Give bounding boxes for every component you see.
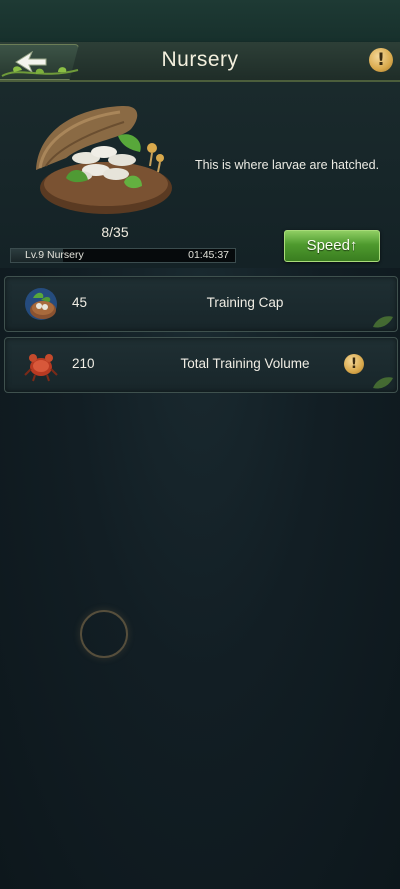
speed-up-button[interactable]: Speed↑ <box>284 230 380 262</box>
touch-indicator-ring <box>80 610 128 658</box>
leaf-corner-decoration <box>373 377 393 389</box>
leaf-corner-decoration <box>373 316 393 328</box>
level-progress-bar: Lv.9 Nursery 01:45:37 <box>10 248 236 263</box>
info-button[interactable]: ! <box>369 48 393 72</box>
total-training-volume-label: Total Training Volume <box>180 356 310 371</box>
training-cap-value: 45 <box>72 295 88 310</box>
building-description: This is where larvae are hatched. <box>194 158 380 172</box>
top-strip <box>0 0 400 42</box>
training-cap-label: Training Cap <box>206 295 284 310</box>
upgrade-timer: 01:45:37 <box>188 249 229 261</box>
training-cap-icon <box>25 288 57 320</box>
building-level-label: Lv.9 Nursery <box>25 249 84 261</box>
stat-row-total-training-volume: 210 Total Training Volume ! <box>4 337 398 393</box>
capacity-progress-text: 8/35 <box>101 224 129 240</box>
vine-decoration <box>1 66 79 77</box>
stat-row-training-cap: 45 Training Cap <box>4 276 398 332</box>
total-training-volume-value: 210 <box>72 356 95 371</box>
total-training-volume-icon <box>24 354 58 382</box>
total-training-volume-info-button[interactable]: ! <box>344 354 364 374</box>
larvae-nest-image <box>36 105 172 214</box>
page-title: Nursery <box>161 48 239 71</box>
